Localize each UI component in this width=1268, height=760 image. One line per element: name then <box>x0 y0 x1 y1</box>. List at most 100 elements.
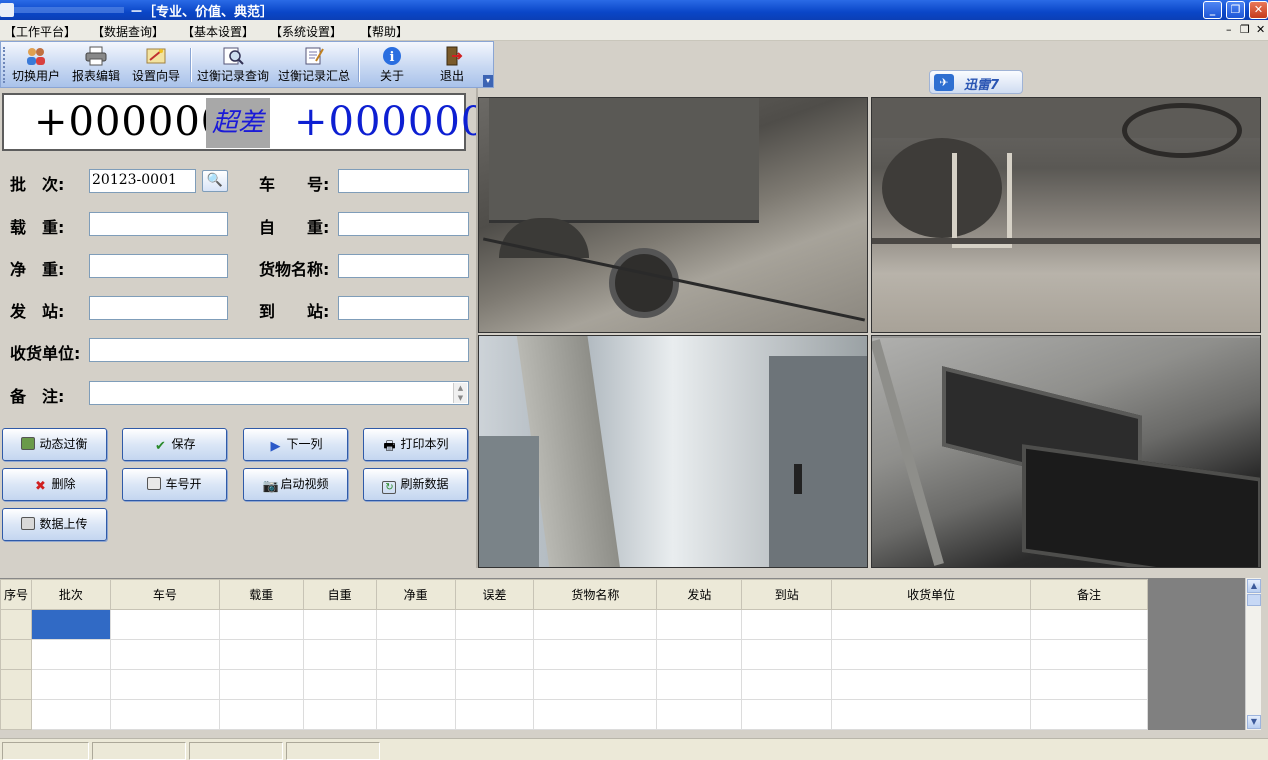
table-cell[interactable] <box>375 699 456 730</box>
arrival-station-input[interactable] <box>338 296 469 320</box>
column-header[interactable]: 备注 <box>1030 579 1148 610</box>
table-cell[interactable] <box>831 609 1031 640</box>
grid-vertical-scrollbar[interactable]: ▲ ▼ <box>1245 578 1261 730</box>
table-row[interactable] <box>0 609 1148 640</box>
switch-user-button[interactable]: 切换用户 <box>9 44 63 86</box>
net-weight-input[interactable] <box>89 254 228 278</box>
weigh-record-summary-button[interactable]: 过衡记录汇总 <box>275 44 353 86</box>
table-cell[interactable] <box>656 639 743 670</box>
table-row[interactable] <box>0 699 1148 730</box>
row-header-cell[interactable] <box>0 609 32 640</box>
departure-station-input[interactable] <box>89 296 228 320</box>
table-cell[interactable] <box>454 699 535 730</box>
column-header[interactable]: 误差 <box>454 579 535 610</box>
table-cell[interactable] <box>218 609 304 640</box>
save-button[interactable]: ✔ 保存 <box>122 428 227 461</box>
row-header-cell[interactable] <box>0 639 32 670</box>
mdi-restore-button[interactable]: ❐ <box>1240 23 1250 36</box>
next-row-button[interactable]: ▶ 下一列 <box>243 428 348 461</box>
table-cell[interactable] <box>1030 699 1148 730</box>
report-edit-button[interactable]: 报表编辑 <box>69 44 123 86</box>
column-header[interactable]: 序号 <box>0 579 32 610</box>
load-weight-input[interactable] <box>89 212 228 236</box>
table-cell[interactable] <box>375 609 456 640</box>
table-cell[interactable] <box>218 669 304 700</box>
column-header[interactable]: 载重 <box>218 579 304 610</box>
table-cell[interactable] <box>302 669 377 700</box>
exit-button[interactable]: 退出 <box>425 44 479 86</box>
scroll-down-icon[interactable]: ▼ <box>1247 715 1261 729</box>
column-header[interactable]: 自重 <box>302 579 377 610</box>
table-cell[interactable] <box>375 669 456 700</box>
xunlei-widget[interactable]: ✈ 迅雷7 <box>929 70 1023 94</box>
table-cell[interactable] <box>30 669 111 700</box>
table-cell[interactable] <box>302 639 377 670</box>
table-cell[interactable] <box>741 669 833 700</box>
table-cell[interactable] <box>302 609 377 640</box>
table-cell[interactable] <box>375 639 456 670</box>
setup-wizard-button[interactable]: 设置向导 <box>129 44 183 86</box>
print-row-button[interactable]: 🖶 打印本列 <box>363 428 468 461</box>
table-cell[interactable] <box>741 639 833 670</box>
table-cell[interactable] <box>831 639 1031 670</box>
table-cell[interactable] <box>1030 609 1148 640</box>
table-cell[interactable] <box>30 639 111 670</box>
row-header-cell[interactable] <box>0 669 32 700</box>
close-button[interactable]: ✕ <box>1249 1 1268 19</box>
table-cell[interactable] <box>454 609 535 640</box>
batch-input[interactable]: 20123-0001 <box>89 169 196 193</box>
table-cell[interactable] <box>218 639 304 670</box>
delete-button[interactable]: ✖ 删除 <box>2 468 107 501</box>
table-cell[interactable] <box>109 639 220 670</box>
scroll-thumb[interactable] <box>1247 594 1261 606</box>
table-cell[interactable] <box>109 609 220 640</box>
consignee-input[interactable] <box>89 338 469 362</box>
table-cell-selected[interactable] <box>30 609 111 640</box>
table-cell[interactable] <box>533 669 658 700</box>
start-video-button[interactable]: 📷 启动视频 <box>243 468 348 501</box>
table-cell[interactable] <box>302 699 377 730</box>
column-header[interactable]: 批次 <box>30 579 111 610</box>
scroll-up-icon[interactable]: ▲ <box>1247 579 1261 593</box>
table-cell[interactable] <box>109 669 220 700</box>
mdi-minimize-button[interactable]: – <box>1226 23 1232 36</box>
table-cell[interactable] <box>741 699 833 730</box>
table-cell[interactable] <box>533 609 658 640</box>
goods-name-input[interactable] <box>338 254 469 278</box>
column-header[interactable]: 货物名称 <box>533 579 658 610</box>
table-cell[interactable] <box>109 699 220 730</box>
table-cell[interactable] <box>454 639 535 670</box>
weigh-record-query-button[interactable]: 过衡记录查询 <box>194 44 272 86</box>
menu-basic-settings[interactable]: 【基本设置】 <box>182 23 254 40</box>
tare-weight-input[interactable] <box>338 212 469 236</box>
remark-input[interactable]: ▲ ▼ <box>89 381 469 405</box>
table-cell[interactable] <box>656 669 743 700</box>
column-header[interactable]: 收货单位 <box>831 579 1031 610</box>
table-row[interactable] <box>0 669 1148 700</box>
table-cell[interactable] <box>533 639 658 670</box>
dynamic-weigh-button[interactable]: 动态过衡 <box>2 428 107 461</box>
menu-system-settings[interactable]: 【系统设置】 <box>270 23 342 40</box>
table-row[interactable] <box>0 639 1148 670</box>
table-cell[interactable] <box>831 669 1031 700</box>
row-header-cell[interactable] <box>0 699 32 730</box>
refresh-data-button[interactable]: ↻ 刷新数据 <box>363 468 468 501</box>
column-header[interactable]: 发站 <box>656 579 743 610</box>
table-cell[interactable] <box>218 699 304 730</box>
menu-data-query[interactable]: 【数据查询】 <box>92 23 164 40</box>
mdi-close-button[interactable]: ✕ <box>1256 23 1265 36</box>
minimize-button[interactable]: _ <box>1203 1 1222 19</box>
table-cell[interactable] <box>30 699 111 730</box>
car-number-input[interactable] <box>338 169 469 193</box>
column-header[interactable]: 净重 <box>375 579 456 610</box>
batch-search-button[interactable]: 🔍 <box>202 170 228 192</box>
restore-button[interactable]: ❐ <box>1226 1 1245 19</box>
table-cell[interactable] <box>1030 639 1148 670</box>
table-cell[interactable] <box>656 609 743 640</box>
toolbar-overflow-button[interactable]: ▾ <box>483 75 493 87</box>
table-cell[interactable] <box>454 669 535 700</box>
menu-workspace[interactable]: 【工作平台】 <box>4 23 76 40</box>
remark-scroll[interactable]: ▲ ▼ <box>453 383 467 403</box>
table-cell[interactable] <box>656 699 743 730</box>
toolbar-grip[interactable] <box>3 47 6 83</box>
